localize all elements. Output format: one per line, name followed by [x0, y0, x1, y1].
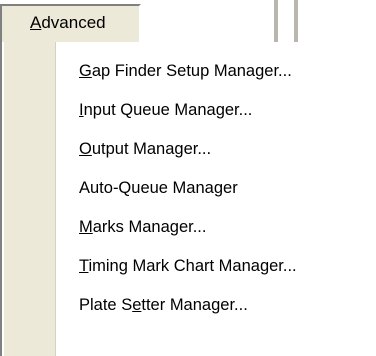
menu-item-label-pre: Plate S — [79, 296, 133, 314]
menu-item-label-post: iming Mark Chart Manager... — [88, 257, 297, 275]
menu-item-output-manager[interactable]: Output Manager... — [60, 130, 307, 169]
menu-icon-gutter — [4, 42, 56, 356]
menu-item-mnemonic: e — [132, 296, 142, 314]
menu-advanced-mnemonic: A — [30, 13, 42, 32]
menu-item-mnemonic: G — [79, 62, 92, 80]
menu-item-list: Gap Finder Setup Manager... Input Queue … — [60, 52, 307, 325]
menu-item-plate-setter-manager[interactable]: Plate Setter Manager... — [60, 286, 307, 325]
menubar — [143, 0, 376, 43]
menu-item-mnemonic: O — [79, 140, 92, 158]
advanced-dropdown-menu: Gap Finder Setup Manager... Input Queue … — [0, 42, 376, 356]
menu-item-label-post: nput Queue Manager... — [83, 101, 253, 119]
window-edge-divider — [294, 0, 298, 43]
menu-advanced[interactable]: Advanced — [0, 4, 141, 42]
menu-item-mnemonic: M — [79, 218, 93, 236]
menu-item-label-post: arks Manager... — [92, 218, 207, 236]
menu-item-label-pre: Auto-Queue Manager — [79, 179, 238, 197]
window-edge-divider — [274, 0, 278, 43]
app-window: Advanced Gap Finder Setup Manager... Inp… — [0, 0, 376, 356]
menu-item-auto-queue-manager[interactable]: Auto-Queue Manager — [60, 169, 307, 208]
menu-item-label-post: ap Finder Setup Manager... — [91, 62, 292, 80]
menu-item-label-post: utput Manager... — [91, 140, 212, 158]
menu-item-gap-finder-setup-manager[interactable]: Gap Finder Setup Manager... — [60, 52, 307, 91]
menu-item-label-post: tter Manager... — [141, 296, 248, 314]
menu-item-marks-manager[interactable]: Marks Manager... — [60, 208, 307, 247]
menu-item-input-queue-manager[interactable]: Input Queue Manager... — [60, 91, 307, 130]
menu-advanced-label-post: dvanced — [41, 13, 106, 32]
menu-item-timing-mark-chart-manager[interactable]: Timing Mark Chart Manager... — [60, 247, 307, 286]
